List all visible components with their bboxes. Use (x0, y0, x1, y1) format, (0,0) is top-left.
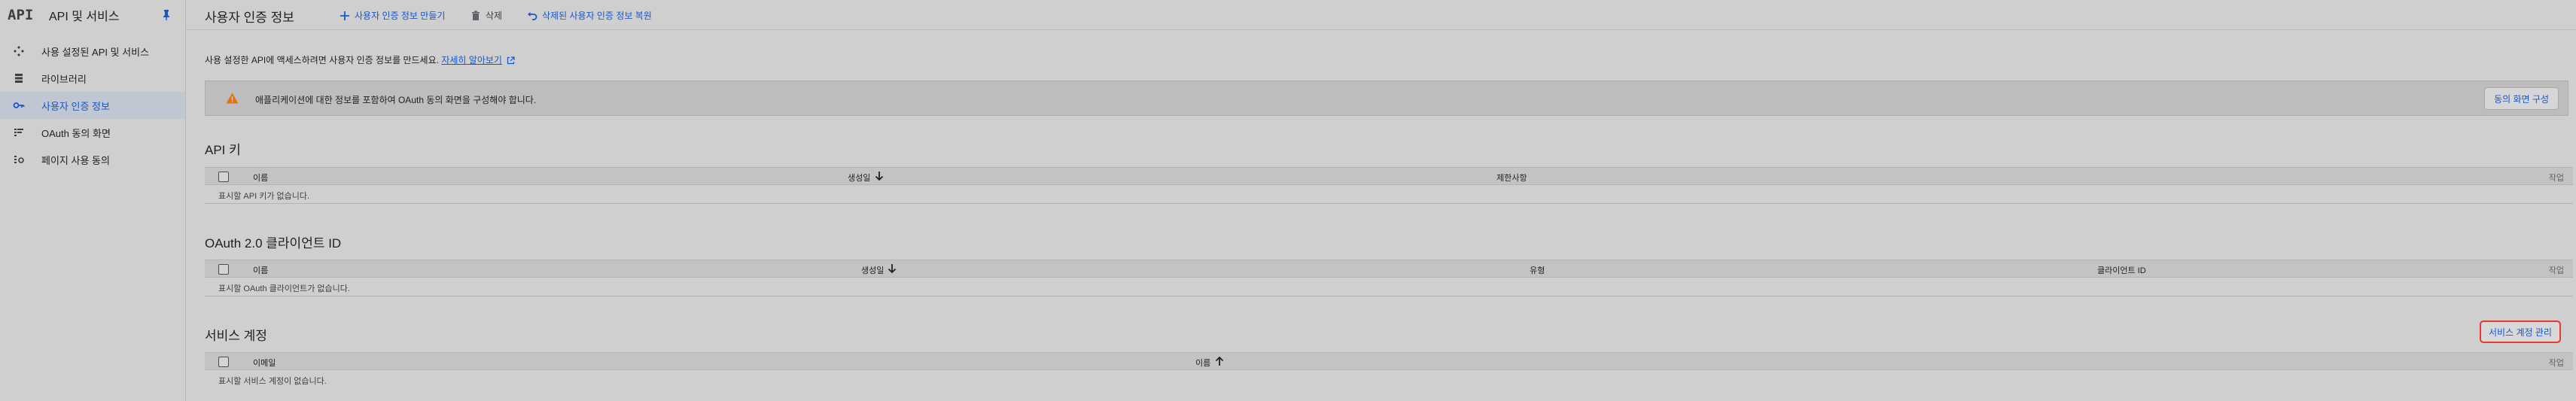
banner-text: 애플리케이션에 대한 정보를 포함하여 OAuth 동의 화면을 구성해야 합니… (255, 95, 537, 105)
select-all-checkbox[interactable] (218, 357, 229, 367)
library-icon (15, 74, 23, 83)
arrow-down-icon[interactable] (888, 263, 897, 274)
restore-credentials-button[interactable]: 삭제된 사용자 인증 정보 복원 (527, 9, 652, 22)
restore-label: 삭제된 사용자 인증 정보 복원 (542, 11, 652, 21)
table-header: 이름 생성일 제한사항 작업 (205, 167, 2573, 185)
sidebar-item-label: 사용 설정된 API 및 서비스 (41, 46, 150, 58)
empty-row: 표시할 API 키가 없습니다. (205, 185, 2573, 204)
service-accounts-title: 서비스 계정 (205, 329, 267, 343)
warning-icon (226, 93, 239, 104)
pin-icon[interactable] (161, 9, 172, 21)
sidebar-item-label: 라이브러리 (41, 73, 87, 85)
delete-label: 삭제 (486, 11, 503, 21)
manage-service-accounts-button[interactable]: 서비스 계정 관리 (2480, 320, 2561, 343)
oauth-clients-title: OAuth 2.0 클라이언트 ID (205, 236, 342, 251)
trash-icon (472, 11, 480, 20)
learn-more-link[interactable]: 자세히 알아보기 (441, 55, 502, 65)
empty-message: 표시할 서비스 계정이 없습니다. (218, 377, 327, 386)
sidebar-item-label: OAuth 동의 화면 (41, 127, 111, 139)
sidebar-item-oauth-consent[interactable]: OAuth 동의 화면 (0, 119, 185, 146)
empty-row: 표시할 서비스 계정이 없습니다. (205, 370, 2573, 389)
arrow-up-icon[interactable] (1215, 356, 1224, 366)
sidebar-item-credentials[interactable]: 사용자 인증 정보 (0, 92, 185, 119)
oauth-consent-banner: 애플리케이션에 대한 정보를 포함하여 OAuth 동의 화면을 구성해야 합니… (205, 81, 2568, 116)
main-content: 사용 설정한 API에 액세스하려면 사용자 인증 정보를 만드세요. 자세히 … (186, 31, 2576, 401)
table-header: 이름 생성일 유형 클라이언트 ID 작업 (205, 260, 2573, 278)
learn-more-label: 자세히 알아보기 (441, 55, 502, 65)
sidebar-item-label: 페이지 사용 동의 (41, 154, 110, 166)
column-email: 이메일 (253, 359, 276, 368)
top-bar: 사용자 인증 정보 사용자 인증 정보 만들기 삭제 삭제된 사용자 인증 정보… (186, 0, 2576, 30)
column-actions: 작업 (2548, 174, 2564, 183)
external-link-icon (507, 56, 515, 65)
intro-description: 사용 설정한 API에 액세스하려면 사용자 인증 정보를 만드세요. (205, 55, 439, 65)
settings-list-icon (14, 156, 24, 163)
diamond-grid-icon (14, 46, 24, 56)
delete-button[interactable]: 삭제 (470, 9, 502, 22)
column-restrictions: 제한사항 (1497, 174, 1527, 183)
column-created[interactable]: 생성일 (848, 172, 870, 184)
sidebar-item-page-usage[interactable]: 페이지 사용 동의 (0, 146, 185, 173)
empty-row: 표시할 OAuth 클라이언트가 없습니다. (205, 278, 2573, 296)
oauth-clients-table: 이름 생성일 유형 클라이언트 ID 작업 표시할 OAuth 클라이언트가 없… (205, 260, 2573, 296)
select-all-checkbox[interactable] (218, 264, 229, 275)
sidebar-item-enabled-apis[interactable]: 사용 설정된 API 및 서비스 (0, 38, 185, 65)
column-client-id: 클라이언트 ID (2097, 266, 2146, 275)
column-name: 이름 (253, 266, 269, 275)
sidebar-title: API 및 서비스 (49, 11, 120, 23)
select-all-checkbox[interactable] (218, 172, 229, 182)
api-keys-table: 이름 생성일 제한사항 작업 표시할 API 키가 없습니다. (205, 167, 2573, 204)
api-keys-title: API 키 (205, 143, 241, 157)
table-header: 이메일 이름 작업 (205, 352, 2573, 370)
configure-consent-screen-button[interactable]: 동의 화면 구성 (2484, 87, 2559, 110)
sidebar-item-label: 사용자 인증 정보 (41, 100, 110, 112)
empty-message: 표시할 OAuth 클라이언트가 없습니다. (218, 284, 350, 293)
column-actions: 작업 (2548, 359, 2564, 368)
column-type: 유형 (1530, 266, 1545, 275)
undo-icon (528, 11, 537, 20)
plus-icon (340, 11, 349, 20)
create-credentials-button[interactable]: 사용자 인증 정보 만들기 (340, 9, 445, 22)
intro-text: 사용 설정한 API에 액세스하려면 사용자 인증 정보를 만드세요. 자세히 … (205, 53, 515, 66)
consent-list-icon (14, 129, 23, 136)
arrow-down-icon[interactable] (875, 171, 884, 181)
service-accounts-table: 이메일 이름 작업 표시할 서비스 계정이 없습니다. (205, 352, 2573, 389)
key-icon (13, 102, 25, 108)
sidebar: API API 및 서비스 사용 설정된 API 및 서비스 라이브러리 사용자… (0, 0, 186, 401)
sidebar-header: API API 및 서비스 (0, 0, 185, 30)
column-actions: 작업 (2548, 266, 2564, 275)
create-credentials-label: 사용자 인증 정보 만들기 (355, 11, 446, 21)
sidebar-item-library[interactable]: 라이브러리 (0, 65, 185, 92)
empty-message: 표시할 API 키가 없습니다. (218, 192, 310, 201)
column-created[interactable]: 생성일 (861, 264, 884, 276)
column-name[interactable]: 이름 (1195, 357, 1210, 369)
api-logo[interactable]: API (8, 7, 36, 23)
column-name: 이름 (253, 174, 269, 183)
page-title: 사용자 인증 정보 (205, 11, 294, 25)
